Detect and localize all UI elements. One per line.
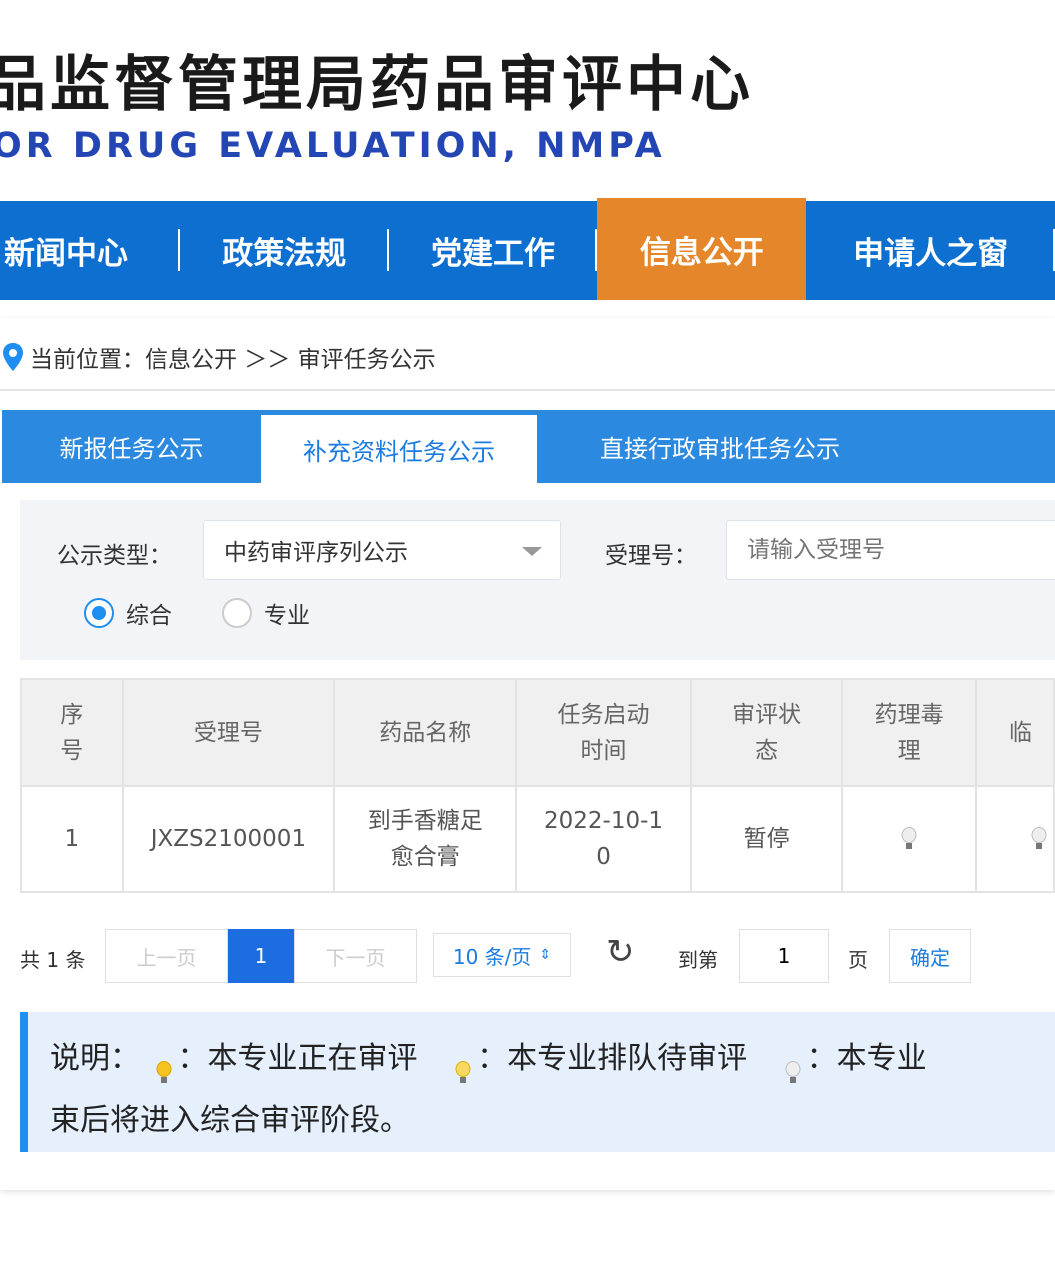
- note-item-reviewing: ：本专业正在审评: [177, 1041, 418, 1076]
- cell-no: 1: [20, 785, 124, 893]
- nav-party[interactable]: 党建工作: [389, 201, 598, 300]
- type-value: 中药审评序列公示: [224, 540, 408, 566]
- chevron-down-icon: [522, 547, 542, 556]
- radio-checked-icon: [84, 598, 114, 628]
- cell-drug: 到手香糖足愈合膏: [367, 808, 483, 870]
- goto-page-input[interactable]: [739, 929, 829, 983]
- col-status: 审评状态: [732, 701, 802, 764]
- acceptance-input[interactable]: [726, 520, 1055, 580]
- cell-status: 暂停: [689, 785, 844, 893]
- nav-news[interactable]: 新闻中心: [0, 201, 180, 300]
- page-1-button[interactable]: 1: [228, 929, 294, 983]
- radio-specialty[interactable]: 专业: [222, 596, 310, 630]
- bulb-light-yellow-icon: [455, 1047, 471, 1083]
- nav-info[interactable]: 信息公开: [597, 198, 807, 300]
- bulb-gray-icon: [901, 826, 917, 853]
- radio-unchecked-icon: [222, 598, 252, 628]
- note-line2: 束后将进入综合审评阶段。: [50, 1103, 410, 1138]
- bulb-gray-icon: [785, 1047, 801, 1083]
- filter-panel: 公示类型： 中药审评序列公示 受理号： 综合 专业: [20, 500, 1055, 660]
- radio-label: 综合: [126, 603, 172, 629]
- pager: 上一页 1 下一页: [105, 929, 417, 983]
- table-header-row: 序号 受理号 药品名称 任务启动时间 审评状态 药理毒理 临: [20, 678, 1055, 787]
- col-acceptance: 受理号: [121, 678, 336, 787]
- note-item-done: ：本专业: [806, 1041, 927, 1076]
- table-row: 1 JXZS2100001 到手香糖足愈合膏 2022-10-10 暂停: [20, 785, 1055, 893]
- radio-label: 专业: [264, 603, 310, 629]
- tab-supplement[interactable]: 补充资料任务公示: [261, 415, 537, 483]
- refresh-icon[interactable]: ↻: [606, 932, 635, 972]
- bulb-yellow-icon: [156, 1047, 172, 1083]
- task-table: 序号 受理号 药品名称 任务启动时间 审评状态 药理毒理 临 1 JXZS210…: [20, 678, 1055, 893]
- nav-policy[interactable]: 政策法规: [180, 201, 389, 300]
- bulb-gray-icon: [1031, 826, 1047, 853]
- cell-acceptance: JXZS2100001: [121, 785, 336, 893]
- legend-note: 说明： ：本专业正在审评 ：本专业排队待审评 ：本专业 束后将进入综合审评阶段。: [20, 1012, 1055, 1152]
- updown-icon: ⇕: [539, 947, 552, 963]
- col-date: 任务启动时间: [557, 701, 650, 764]
- tab-direct[interactable]: 直接行政审批任务公示: [537, 410, 903, 483]
- goto-label: 到第: [678, 948, 718, 972]
- confirm-button[interactable]: 确定: [889, 929, 971, 983]
- col-no: 序号: [60, 701, 84, 764]
- next-page-button[interactable]: 下一页: [294, 929, 417, 983]
- type-label: 公示类型：: [57, 543, 172, 569]
- breadcrumb: 当前位置：信息公开 ＞＞ 审评任务公示: [2, 340, 436, 374]
- tab-bar: 新报任务公示 补充资料任务公示 直接行政审批任务公示: [2, 410, 1055, 483]
- total-count: 共 1 条: [20, 948, 86, 972]
- prev-page-button[interactable]: 上一页: [105, 929, 228, 983]
- page-size-value: 10 条/页: [452, 944, 532, 969]
- main-nav: 新闻中心 政策法规 党建工作 信息公开 申请人之窗: [0, 198, 1055, 300]
- location-pin-icon: [3, 343, 23, 371]
- col-clinical: 临: [974, 678, 1055, 787]
- site-title: 品监督管理局药品审评中心: [0, 50, 754, 120]
- type-select[interactable]: 中药审评序列公示: [203, 520, 561, 580]
- page-size-select[interactable]: 10 条/页 ⇕: [433, 933, 571, 977]
- site-subtitle: OR DRUG EVALUATION, NMPA: [0, 126, 666, 166]
- breadcrumb-text: 当前位置：信息公开 ＞＞ 审评任务公示: [30, 347, 436, 373]
- note-label: 说明：: [50, 1041, 140, 1076]
- col-drug: 药品名称: [333, 678, 518, 787]
- col-pharm: 药理毒理: [874, 701, 944, 764]
- note-item-queued: ：本专业排队待审评: [477, 1041, 748, 1076]
- page-unit: 页: [848, 948, 868, 972]
- acceptance-label: 受理号：: [605, 543, 697, 569]
- tab-new[interactable]: 新报任务公示: [2, 410, 261, 483]
- divider: [0, 389, 1055, 391]
- cell-date: 2022-10-10: [544, 808, 664, 870]
- radio-comprehensive[interactable]: 综合: [84, 596, 172, 630]
- nav-applicant[interactable]: 申请人之窗: [806, 201, 1055, 300]
